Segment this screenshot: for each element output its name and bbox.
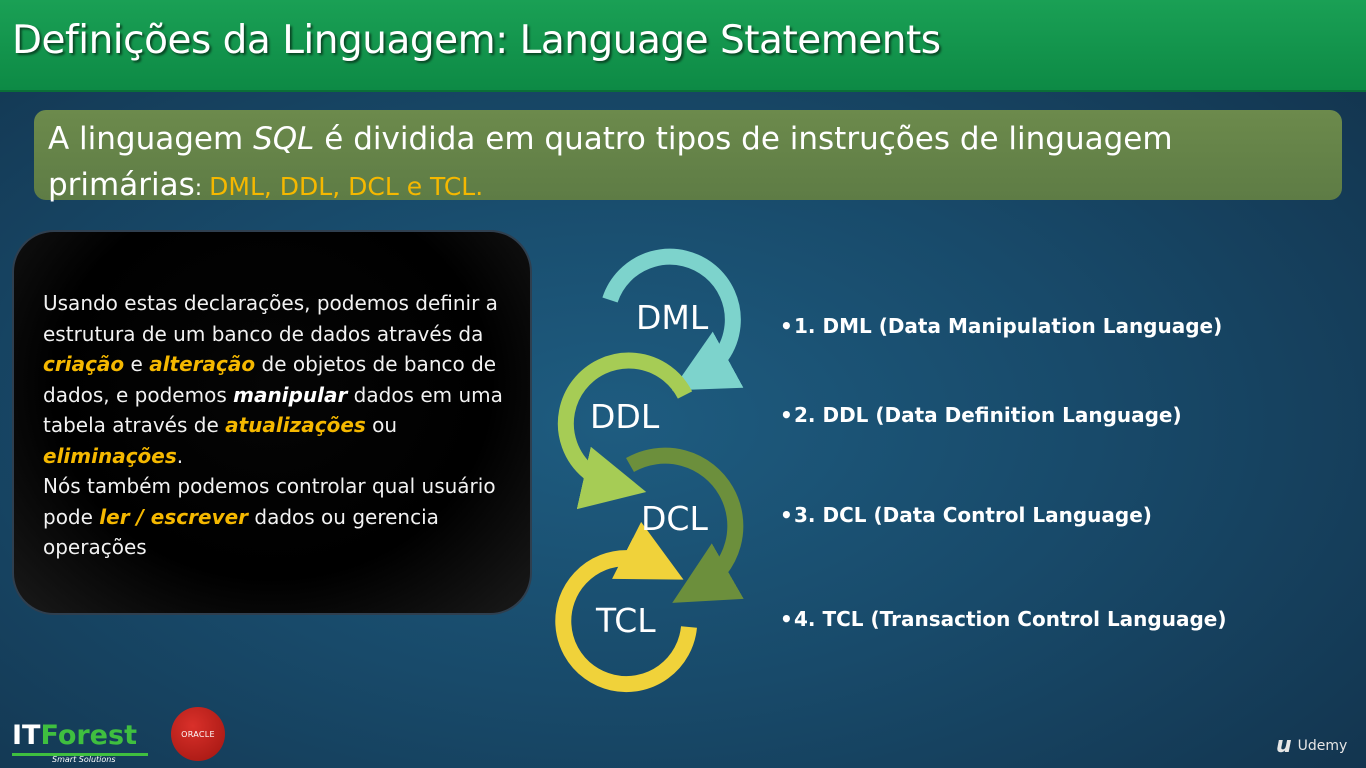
bullet-dot: •	[780, 503, 793, 527]
bullet-dot: •	[780, 403, 793, 427]
intro-highlight: DML, DDL, DCL e TCL.	[209, 172, 484, 201]
udemy-watermark: u Udemy	[1276, 733, 1347, 758]
panel-text-e: e	[124, 352, 150, 376]
title-bar: Definições da Linguagem: Language Statem…	[0, 0, 1366, 92]
keyword-ler-escrever: ler / escrever	[99, 504, 249, 529]
panel-text-period: .	[176, 443, 184, 468]
it-forest-logo: ITForest	[12, 720, 137, 751]
logo-forest-text: Forest	[40, 720, 137, 751]
bullet-tcl: •4. TCL (Transaction Control Language)	[780, 607, 1227, 631]
panel-text-ou: ou	[365, 413, 398, 437]
panel-text-1: Usando estas declarações, podemos defini…	[43, 291, 498, 346]
oracle-logo-text: ORACLE	[181, 729, 215, 739]
language-cycle-diagram: DML DDL DCL TCL	[540, 235, 770, 705]
logo-subtitle: Smart Solutions	[52, 755, 116, 764]
intro-text-before: A linguagem	[48, 121, 254, 157]
bullet-dml: •1. DML (Data Manipulation Language)	[780, 314, 1222, 338]
bullet-tcl-text: 4. TCL (Transaction Control Language)	[794, 607, 1227, 631]
tcl-label: TCL	[596, 601, 656, 640]
udemy-text: Udemy	[1297, 737, 1348, 754]
slide-title: Definições da Linguagem: Language Statem…	[12, 18, 941, 63]
intro-sql: SQL	[253, 121, 315, 157]
bullet-dot: •	[780, 314, 793, 338]
bullet-dcl-text: 3. DCL (Data Control Language)	[794, 503, 1152, 527]
bullet-ddl: •2. DDL (Data Definition Language)	[780, 403, 1182, 427]
oracle-logo: ORACLE	[171, 707, 225, 761]
bullet-dot: •	[780, 607, 793, 631]
bullet-dml-text: 1. DML (Data Manipulation Language)	[794, 314, 1223, 338]
udemy-icon: u	[1276, 733, 1292, 758]
ddl-label: DDL	[590, 397, 660, 436]
keyword-manipular: manipular	[233, 382, 348, 407]
keyword-alteracao: alteração	[149, 352, 256, 376]
keyword-criacao: criação	[43, 352, 125, 376]
keyword-atualizacoes: atualizações	[225, 413, 366, 437]
keyword-eliminacoes: eliminações	[43, 443, 177, 468]
dml-label: DML	[636, 298, 709, 337]
dcl-label: DCL	[641, 499, 708, 538]
description-panel: Usando estas declarações, podemos defini…	[12, 230, 532, 615]
intro-box: A linguagem SQL é dividida em quatro tip…	[34, 110, 1342, 203]
bullet-dcl: •3. DCL (Data Control Language)	[780, 503, 1152, 527]
intro-colon: :	[194, 176, 210, 201]
logo-it-text: IT	[12, 720, 41, 751]
bullet-ddl-text: 2. DDL (Data Definition Language)	[794, 403, 1182, 427]
